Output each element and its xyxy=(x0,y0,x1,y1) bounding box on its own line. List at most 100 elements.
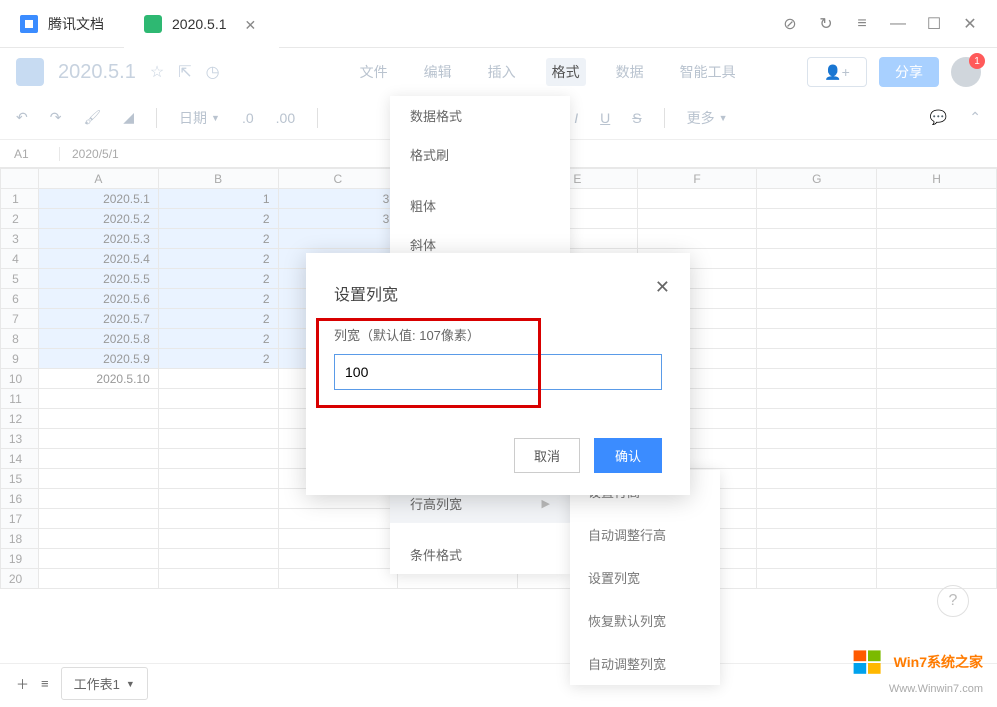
cell[interactable] xyxy=(278,509,398,529)
cell[interactable] xyxy=(877,329,997,349)
row-header[interactable]: 6 xyxy=(1,289,39,309)
cell[interactable] xyxy=(757,209,877,229)
cell[interactable]: 2 xyxy=(158,209,278,229)
cell[interactable] xyxy=(39,529,159,549)
corner-cell[interactable] xyxy=(1,169,39,189)
cell[interactable] xyxy=(877,249,997,269)
cell[interactable]: 2 xyxy=(158,349,278,369)
cell[interactable] xyxy=(757,449,877,469)
tab-tencent-docs[interactable]: 腾讯文档 xyxy=(0,0,124,48)
cell[interactable]: 2 xyxy=(158,329,278,349)
cell[interactable]: 2 xyxy=(158,249,278,269)
tab-current-doc[interactable]: 2020.5.1 ✕ xyxy=(124,0,279,48)
italic-button[interactable]: I xyxy=(574,110,578,126)
cell[interactable] xyxy=(757,309,877,329)
row-header[interactable]: 16 xyxy=(1,489,39,509)
row-header[interactable]: 10 xyxy=(1,369,39,389)
submenu-auto-row-height[interactable]: 自动调整行高 xyxy=(570,513,720,556)
cell[interactable] xyxy=(877,449,997,469)
cell[interactable] xyxy=(158,469,278,489)
cell[interactable]: 2 xyxy=(158,269,278,289)
cell[interactable]: 2 xyxy=(158,309,278,329)
cell[interactable] xyxy=(757,349,877,369)
cell[interactable]: 2020.5.5 xyxy=(39,269,159,289)
row-header[interactable]: 11 xyxy=(1,389,39,409)
cell[interactable] xyxy=(158,529,278,549)
cell[interactable] xyxy=(637,229,757,249)
refresh-icon[interactable]: ↻ xyxy=(817,15,835,33)
cell[interactable] xyxy=(158,549,278,569)
row-header[interactable]: 9 xyxy=(1,349,39,369)
cell[interactable] xyxy=(39,449,159,469)
menu-smart-tools[interactable]: 智能工具 xyxy=(674,58,742,86)
cell[interactable]: 2020.5.4 xyxy=(39,249,159,269)
cell[interactable]: 2020.5.7 xyxy=(39,309,159,329)
redo-icon[interactable]: ↷ xyxy=(50,109,62,126)
submenu-auto-col-width[interactable]: 自动调整列宽 xyxy=(570,642,720,685)
row-header[interactable]: 2 xyxy=(1,209,39,229)
cell[interactable]: 2 xyxy=(158,289,278,309)
collapse-icon[interactable]: ⌃ xyxy=(969,109,981,126)
cell[interactable] xyxy=(877,409,997,429)
cell[interactable] xyxy=(757,289,877,309)
cell[interactable] xyxy=(877,289,997,309)
row-header[interactable]: 14 xyxy=(1,449,39,469)
cell[interactable] xyxy=(877,549,997,569)
cell[interactable] xyxy=(757,489,877,509)
strike-button[interactable]: S xyxy=(632,110,641,126)
row-header[interactable]: 12 xyxy=(1,409,39,429)
col-header[interactable]: C xyxy=(278,169,398,189)
cell[interactable] xyxy=(39,509,159,529)
cell[interactable] xyxy=(757,409,877,429)
column-width-input[interactable] xyxy=(334,354,662,390)
help-button[interactable]: ? xyxy=(937,585,969,617)
cell[interactable] xyxy=(158,409,278,429)
row-header[interactable]: 5 xyxy=(1,269,39,289)
cell[interactable] xyxy=(757,189,877,209)
menu-data[interactable]: 数据 xyxy=(610,58,650,86)
cell[interactable] xyxy=(757,269,877,289)
cell[interactable] xyxy=(757,509,877,529)
invite-button[interactable]: 👤+ xyxy=(807,57,867,87)
formula-value[interactable]: 2020/5/1 xyxy=(60,147,119,161)
cell[interactable]: 1 xyxy=(158,189,278,209)
cell[interactable] xyxy=(757,329,877,349)
cell[interactable] xyxy=(877,349,997,369)
row-header[interactable]: 3 xyxy=(1,229,39,249)
close-icon[interactable]: ✕ xyxy=(245,17,259,31)
col-header[interactable]: H xyxy=(877,169,997,189)
menu-format[interactable]: 格式 xyxy=(546,58,586,86)
cell[interactable] xyxy=(877,389,997,409)
cell[interactable] xyxy=(278,549,398,569)
cell[interactable] xyxy=(877,429,997,449)
col-header[interactable]: A xyxy=(39,169,159,189)
cell[interactable] xyxy=(39,409,159,429)
cell[interactable] xyxy=(158,369,278,389)
cell-reference[interactable]: A1 xyxy=(0,147,60,161)
cell[interactable] xyxy=(877,309,997,329)
row-header[interactable]: 13 xyxy=(1,429,39,449)
submenu-reset-col-width[interactable]: 恢复默认列宽 xyxy=(570,599,720,642)
cell[interactable] xyxy=(877,269,997,289)
underline-button[interactable]: U xyxy=(600,110,610,126)
cell[interactable] xyxy=(158,489,278,509)
cell[interactable] xyxy=(877,529,997,549)
cell[interactable] xyxy=(158,509,278,529)
number-format-dropdown[interactable]: 日期 ▼ xyxy=(179,108,220,128)
col-header[interactable]: B xyxy=(158,169,278,189)
row-header[interactable]: 17 xyxy=(1,509,39,529)
col-header[interactable]: F xyxy=(637,169,757,189)
cell[interactable] xyxy=(757,469,877,489)
ok-button[interactable]: 确认 xyxy=(594,438,662,473)
clear-format-icon[interactable]: ◢ xyxy=(123,109,134,126)
cell[interactable] xyxy=(39,549,159,569)
cell[interactable]: 2020.5.10 xyxy=(39,369,159,389)
cell[interactable]: 3 xyxy=(278,189,398,209)
menu-file[interactable]: 文件 xyxy=(354,58,394,86)
menu-insert[interactable]: 插入 xyxy=(482,58,522,86)
cell[interactable] xyxy=(39,389,159,409)
cell[interactable] xyxy=(877,369,997,389)
cell[interactable] xyxy=(757,549,877,569)
cell[interactable] xyxy=(278,229,398,249)
cell[interactable] xyxy=(877,469,997,489)
